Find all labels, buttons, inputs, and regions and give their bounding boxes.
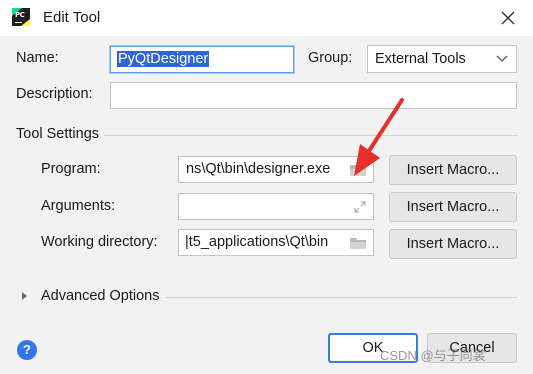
pycharm-app-icon: PC bbox=[12, 8, 30, 26]
working-directory-input[interactable]: |t5_applications\Qt\bin bbox=[178, 229, 374, 256]
group-select-value: External Tools bbox=[375, 51, 466, 67]
program-label: Program: bbox=[41, 161, 101, 177]
expand-caret-icon[interactable] bbox=[22, 292, 27, 300]
program-input-value: ns\Qt\bin\designer.exe bbox=[186, 161, 331, 177]
help-icon[interactable]: ? bbox=[17, 340, 37, 360]
watermark-text: CSDN @与子同裳 bbox=[380, 348, 486, 363]
program-input[interactable]: ns\Qt\bin\designer.exe bbox=[178, 156, 374, 183]
tool-settings-divider bbox=[104, 135, 517, 136]
group-label: Group: bbox=[308, 50, 353, 66]
name-input-value: PyQtDesigner bbox=[117, 51, 210, 67]
arguments-input[interactable] bbox=[178, 193, 374, 220]
description-label: Description: bbox=[16, 86, 93, 102]
folder-icon[interactable] bbox=[349, 236, 367, 250]
chevron-down-icon bbox=[496, 55, 508, 62]
expand-icon[interactable] bbox=[353, 200, 367, 214]
advanced-options-divider bbox=[166, 297, 517, 298]
window-title: Edit Tool bbox=[43, 9, 101, 26]
title-bar: PC Edit Tool bbox=[0, 0, 533, 36]
name-label: Name: bbox=[16, 50, 59, 66]
description-input[interactable] bbox=[110, 82, 517, 109]
group-select[interactable]: External Tools bbox=[367, 45, 517, 73]
name-input[interactable]: PyQtDesigner bbox=[110, 46, 294, 73]
close-icon[interactable] bbox=[497, 7, 519, 29]
advanced-options-title[interactable]: Advanced Options bbox=[41, 288, 160, 304]
arguments-insert-macro-button[interactable]: Insert Macro... bbox=[389, 192, 517, 222]
arguments-label: Arguments: bbox=[41, 198, 116, 214]
folder-icon[interactable] bbox=[349, 163, 367, 177]
working-directory-label: Working directory: bbox=[41, 234, 158, 250]
program-insert-macro-button[interactable]: Insert Macro... bbox=[389, 155, 517, 185]
tool-settings-title: Tool Settings bbox=[16, 126, 100, 142]
working-directory-input-value: |t5_applications\Qt\bin bbox=[185, 234, 329, 250]
working-directory-insert-macro-button[interactable]: Insert Macro... bbox=[389, 229, 517, 259]
